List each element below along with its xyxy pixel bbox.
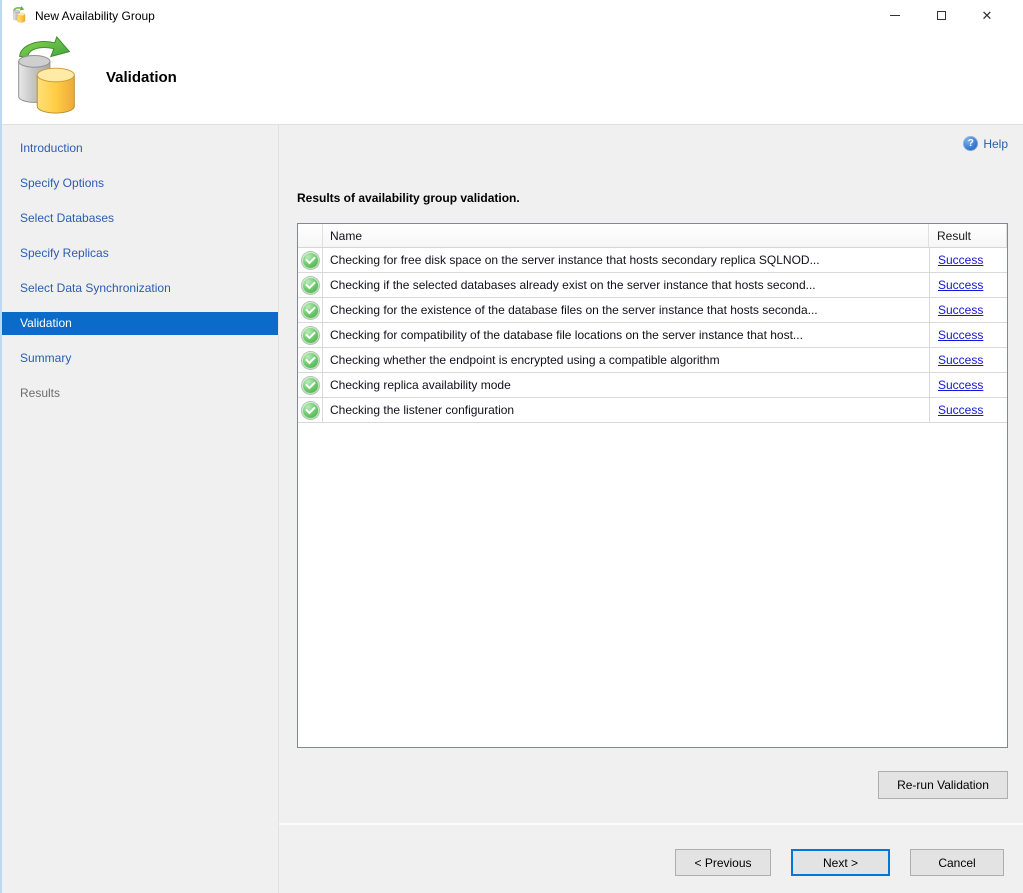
success-check-icon (302, 352, 319, 369)
cancel-button[interactable]: Cancel (910, 849, 1004, 876)
help-label: Help (983, 137, 1008, 151)
check-name-text: Checking for compatibility of the databa… (323, 323, 929, 347)
check-name-text: Checking if the selected databases alrea… (323, 273, 929, 297)
new-availability-group-window: New Availability Group ✕ Validation Intr… (0, 0, 1023, 893)
previous-button[interactable]: < Previous (675, 849, 771, 876)
check-name-text: Checking replica availability mode (323, 373, 929, 397)
success-check-icon (302, 277, 319, 294)
column-header-status (298, 224, 323, 247)
sidebar-step-item[interactable]: Results (2, 382, 278, 405)
help-link[interactable]: ? Help (963, 136, 1008, 151)
table-row[interactable]: Checking for free disk space on the serv… (298, 248, 1007, 273)
sidebar-step-item[interactable]: Summary (2, 347, 278, 370)
check-name-text: Checking for free disk space on the serv… (323, 248, 929, 272)
success-result-link[interactable]: Success (938, 253, 983, 267)
success-result-link[interactable]: Success (938, 278, 983, 292)
maximize-button[interactable] (918, 0, 964, 31)
table-header: Name Result (298, 224, 1007, 248)
success-result-link[interactable]: Success (938, 403, 983, 417)
page-title: Validation (106, 69, 177, 86)
close-button[interactable]: ✕ (964, 0, 1010, 31)
success-result-link[interactable]: Success (938, 303, 983, 317)
table-row[interactable]: Checking replica availability mode Succe… (298, 373, 1007, 398)
sidebar-step-item[interactable]: Specify Options (2, 172, 278, 195)
table-row[interactable]: Checking whether the endpoint is encrypt… (298, 348, 1007, 373)
wizard-header: Validation (2, 31, 1023, 125)
success-result-link[interactable]: Success (938, 353, 983, 367)
maximize-icon (937, 11, 946, 20)
sidebar-step-item[interactable]: Introduction (2, 137, 278, 160)
minimize-button[interactable] (872, 0, 918, 31)
success-result-link[interactable]: Success (938, 328, 983, 342)
success-check-icon (302, 327, 319, 344)
sidebar-step-item[interactable]: Specify Replicas (2, 242, 278, 265)
sidebar-step-item[interactable]: Validation (2, 312, 278, 335)
validation-panel: ? Help Results of availability group val… (279, 125, 1023, 893)
column-header-result[interactable]: Result (929, 224, 1007, 247)
footer-bar: < Previous Next > Cancel (279, 823, 1023, 893)
sidebar-step-item[interactable]: Select Data Synchronization (2, 277, 278, 300)
check-name-text: Checking whether the endpoint is encrypt… (323, 348, 929, 372)
sidebar-step-item[interactable]: Select Databases (2, 207, 278, 230)
success-check-icon (302, 302, 319, 319)
success-check-icon (302, 377, 319, 394)
close-icon: ✕ (982, 9, 993, 22)
titlebar: New Availability Group ✕ (2, 0, 1023, 31)
success-result-link[interactable]: Success (938, 378, 983, 392)
rerun-validation-button[interactable]: Re-run Validation (878, 771, 1008, 799)
success-check-icon (302, 402, 319, 419)
availability-group-icon (10, 36, 82, 119)
table-row[interactable]: Checking for the existence of the databa… (298, 298, 1007, 323)
column-header-name[interactable]: Name (323, 224, 929, 247)
validation-table: Name Result Checking for free disk space… (297, 223, 1008, 748)
availability-group-app-icon (11, 6, 27, 26)
table-row[interactable]: Checking for compatibility of the databa… (298, 323, 1007, 348)
help-icon: ? (963, 136, 978, 151)
check-name-text: Checking the listener configuration (323, 398, 929, 422)
table-row[interactable]: Checking if the selected databases alrea… (298, 273, 1007, 298)
table-row[interactable]: Checking the listener configuration Succ… (298, 398, 1007, 423)
success-check-icon (302, 252, 319, 269)
next-button[interactable]: Next > (791, 849, 890, 876)
minimize-icon (890, 15, 900, 16)
table-body: Checking for free disk space on the serv… (298, 248, 1007, 747)
results-heading: Results of availability group validation… (297, 191, 1008, 205)
check-name-text: Checking for the existence of the databa… (323, 298, 929, 322)
window-controls: ✕ (872, 0, 1023, 31)
wizard-steps-sidebar: Introduction Specify Options Select Data… (2, 125, 279, 893)
window-title: New Availability Group (35, 9, 155, 23)
